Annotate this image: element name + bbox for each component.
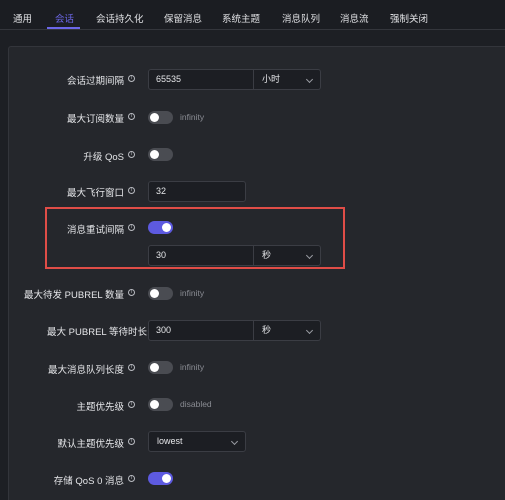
tab-retained-messages[interactable]: 保留消息 — [164, 11, 202, 25]
session-expiry-label: 会话过期间隔 — [66, 76, 124, 87]
max-inflight-label: 最大飞行窗口 — [66, 188, 124, 199]
tab-force-shutdown[interactable]: 强制关闭 — [390, 11, 428, 25]
retry-interval-unit-select[interactable]: 秒 — [254, 245, 321, 266]
topic-priority-hint: disabled — [180, 399, 212, 409]
default-topic-priority-label: 默认主题优先级 — [57, 439, 124, 450]
retry-interval-label: 消息重试间隔 — [66, 225, 124, 236]
max-awaiting-rel-label: 最大待发 PUBREL 数量 — [24, 290, 124, 301]
chevron-down-icon — [305, 251, 314, 260]
max-subscriptions-toggle[interactable] — [148, 111, 173, 124]
chevron-down-icon — [305, 326, 314, 335]
topic-priority-label: 主题优先级 — [76, 402, 124, 413]
toggle-knob — [150, 363, 159, 372]
toggle-knob — [162, 223, 171, 232]
tab-bar: 通用 会话 会话持久化 保留消息 系统主题 消息队列 消息流 强制关闭 — [0, 0, 505, 30]
retry-interval-input[interactable]: 30 — [148, 245, 254, 266]
info-icon[interactable]: i — [128, 75, 135, 82]
max-subscriptions-hint: infinity — [180, 112, 205, 122]
active-tab-indicator — [47, 27, 80, 29]
max-mqueue-len-label: 最大消息队列长度 — [47, 365, 124, 376]
await-rel-timeout-input[interactable]: 300 — [148, 320, 254, 341]
await-rel-timeout-unit-select[interactable]: 秒 — [254, 320, 321, 341]
chevron-down-icon — [305, 75, 314, 84]
max-mqueue-len-toggle[interactable] — [148, 361, 173, 374]
info-icon[interactable]: i — [128, 401, 135, 408]
await-rel-timeout-unit-value: 秒 — [262, 325, 272, 335]
info-icon[interactable]: i — [128, 475, 135, 482]
toggle-knob — [150, 150, 159, 159]
toggle-knob — [150, 400, 159, 409]
max-subscriptions-label: 最大订阅数量 — [66, 114, 124, 125]
tab-general[interactable]: 通用 — [13, 11, 32, 25]
tab-message-stream[interactable]: 消息流 — [340, 11, 369, 25]
max-mqueue-len-hint: infinity — [180, 362, 205, 372]
default-topic-priority-value: lowest — [157, 436, 183, 446]
info-icon[interactable]: i — [128, 364, 135, 371]
upgrade-qos-label: 升级 QoS — [83, 152, 124, 163]
info-icon[interactable]: i — [128, 224, 135, 231]
store-qos0-label: 存储 QoS 0 消息 — [53, 476, 124, 487]
tab-session[interactable]: 会话 — [55, 11, 74, 25]
info-icon[interactable]: i — [128, 113, 135, 120]
toggle-knob — [162, 474, 171, 483]
max-inflight-input[interactable]: 32 — [148, 181, 246, 202]
info-icon[interactable]: i — [128, 289, 135, 296]
info-icon[interactable]: i — [128, 187, 135, 194]
info-icon[interactable]: i — [128, 151, 135, 158]
tab-session-persistence[interactable]: 会话持久化 — [96, 11, 144, 25]
topic-priority-toggle[interactable] — [148, 398, 173, 411]
info-icon[interactable]: i — [128, 438, 135, 445]
await-rel-timeout-label: 最大 PUBREL 等待时长 — [47, 327, 147, 338]
session-expiry-unit-select[interactable]: 小时 — [254, 69, 321, 90]
store-qos0-toggle[interactable] — [148, 472, 173, 485]
toggle-knob — [150, 113, 159, 122]
chevron-down-icon — [230, 437, 239, 446]
tab-system-topics[interactable]: 系统主题 — [222, 11, 260, 25]
session-expiry-input[interactable]: 65535 — [148, 69, 254, 90]
retry-interval-toggle[interactable] — [148, 221, 173, 234]
default-topic-priority-select[interactable]: lowest — [148, 431, 246, 452]
toggle-knob — [150, 289, 159, 298]
max-awaiting-rel-hint: infinity — [180, 288, 205, 298]
max-awaiting-rel-toggle[interactable] — [148, 287, 173, 300]
session-expiry-unit-value: 小时 — [262, 74, 281, 84]
retry-interval-unit-value: 秒 — [262, 250, 272, 260]
upgrade-qos-toggle[interactable] — [148, 148, 173, 161]
tab-message-queue[interactable]: 消息队列 — [282, 11, 320, 25]
